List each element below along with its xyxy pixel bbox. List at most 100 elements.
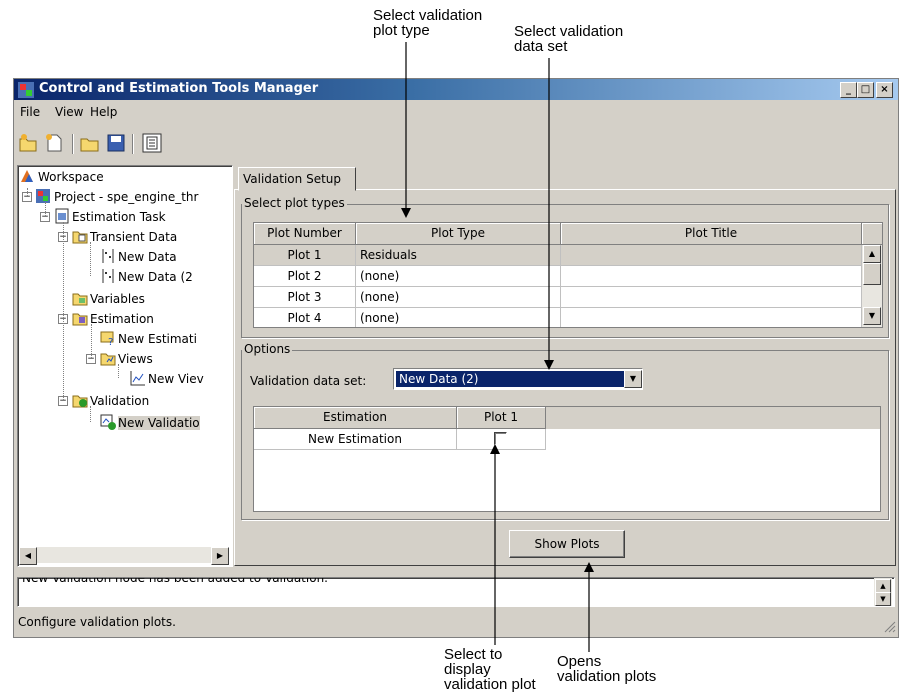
column-header-plot-type[interactable]: Plot Type: [356, 223, 561, 245]
tree-item-validation[interactable]: Validation: [90, 394, 149, 408]
message-vscrollbar[interactable]: ▲ ▼: [874, 578, 892, 606]
scroll-down-button[interactable]: ▼: [875, 592, 891, 606]
tab-content: Select plot types Plot Number Plot Type …: [234, 189, 896, 566]
annotation-line: Select to: [444, 646, 503, 663]
table-cell-plot-type[interactable]: (none): [356, 266, 561, 287]
plot-types-table[interactable]: Plot Number Plot Type Plot Title Plot 1 …: [253, 222, 883, 328]
tree-item-new-data[interactable]: New Data: [118, 250, 177, 264]
project-tree[interactable]: Workspace − Project - spe_engine_thr − E…: [17, 165, 233, 567]
toolbar-separator: [72, 134, 74, 154]
tree-item-new-view[interactable]: New Viev: [148, 372, 204, 386]
table-cell-plot-title[interactable]: [561, 308, 862, 327]
annotation-opens-plots: Opens validation plots: [557, 654, 656, 684]
tree-item-transient-data[interactable]: Transient Data: [90, 230, 177, 244]
scroll-down-button[interactable]: ▼: [863, 307, 881, 325]
scroll-up-button[interactable]: ▲: [863, 245, 881, 263]
save-icon[interactable]: [106, 133, 126, 153]
annotation-line: display: [444, 661, 491, 678]
table-cell-plot-1: [457, 429, 546, 450]
resize-grip-icon[interactable]: [882, 619, 896, 633]
new-project-icon[interactable]: [18, 133, 38, 153]
table-cell-plot-title[interactable]: [561, 245, 862, 266]
tree-item-variables[interactable]: Variables: [90, 292, 145, 306]
close-button[interactable]: ×: [876, 82, 893, 98]
annotation-line: validation plot: [444, 676, 536, 693]
table-cell-estimation: New Estimation: [254, 429, 457, 450]
table-cell-plot-number: Plot 4: [254, 308, 356, 327]
show-plots-button[interactable]: Show Plots: [509, 530, 625, 558]
validation-dataset-select[interactable]: New Data (2) ▼: [393, 368, 643, 390]
tree-item-estimation[interactable]: Estimation: [90, 312, 154, 326]
tree-hscrollbar[interactable]: ◀ ▶: [19, 547, 229, 565]
folder-data-icon: [72, 231, 88, 244]
folder-estimation-icon: [72, 313, 88, 326]
table-cell-plot-type[interactable]: (none): [356, 287, 561, 308]
annotation-line: Select validation: [373, 7, 483, 24]
menu-view[interactable]: View: [55, 105, 83, 119]
view-icon: [130, 371, 145, 386]
table-cell-plot-type[interactable]: Residuals: [356, 245, 561, 266]
estimation-table[interactable]: Estimation Plot 1 New Estimation: [253, 406, 881, 512]
scroll-thumb[interactable]: [863, 263, 881, 285]
tree-item-new-validation[interactable]: New Validatio: [118, 416, 200, 430]
annotation-line: validation plots: [557, 668, 657, 685]
tree-item-views[interactable]: Views: [118, 352, 153, 366]
folder-views-icon: [100, 353, 116, 366]
table-cell-plot-number: Plot 2: [254, 266, 356, 287]
minimize-button[interactable]: _: [840, 82, 857, 98]
data-icon: [102, 269, 114, 283]
column-header-plot-title[interactable]: Plot Title: [561, 223, 862, 245]
tree-item-project[interactable]: Project - spe_engine_thr: [54, 190, 198, 204]
status-text: Configure validation plots.: [18, 615, 176, 629]
folder-variables-icon: [72, 293, 88, 306]
tools-manager-window: Control and Estimation Tools Manager _ □…: [13, 78, 899, 638]
scroll-left-button[interactable]: ◀: [19, 547, 37, 565]
show-hide-icon[interactable]: [142, 133, 162, 153]
table-cell-plot-number: Plot 1: [254, 245, 356, 266]
new-task-icon[interactable]: [44, 133, 64, 153]
annotation-display-plot: Select to display validation plot: [444, 647, 536, 692]
annotation-line: Opens: [557, 653, 602, 670]
tree-item-new-estimation[interactable]: New Estimati: [118, 332, 197, 346]
message-area: New Validation node has been added to Va…: [17, 577, 895, 607]
menu-help[interactable]: Help: [90, 105, 117, 119]
annotation-line: data set: [514, 38, 568, 55]
tree-connector: [45, 202, 46, 216]
table-cell-plot-title[interactable]: [561, 266, 862, 287]
table-cell-plot-title[interactable]: [561, 287, 862, 308]
message-text: New Validation node has been added to Va…: [22, 577, 328, 585]
scroll-up-button[interactable]: ▲: [875, 579, 891, 593]
project-icon: [36, 189, 50, 203]
chevron-down-icon[interactable]: ▼: [624, 370, 642, 388]
menu-file[interactable]: File: [20, 105, 40, 119]
data-icon: [102, 249, 114, 263]
display-plot-checkbox[interactable]: [494, 432, 507, 445]
estimation-task-icon: [55, 208, 69, 224]
maximize-button[interactable]: □: [857, 82, 874, 98]
column-header-plot-number[interactable]: Plot Number: [254, 223, 356, 245]
tree-item-estimation-task[interactable]: Estimation Task: [72, 210, 166, 224]
tab-label: Validation Setup: [243, 172, 341, 186]
tree-item-workspace[interactable]: Workspace: [38, 170, 104, 184]
table-vscrollbar[interactable]: ▲ ▼: [862, 245, 882, 327]
tree-connector: [90, 406, 91, 422]
open-icon[interactable]: [80, 133, 100, 153]
plot-types-group-label: Select plot types: [242, 196, 347, 210]
workspace-icon: [21, 170, 33, 182]
header-corner: [862, 223, 882, 245]
tree-connector: [91, 324, 92, 358]
options-group-label: Options: [242, 342, 293, 356]
annotation-line: Select validation: [514, 23, 624, 40]
table-cell-plot-type[interactable]: (none): [356, 308, 561, 327]
validation-dataset-value: New Data (2): [396, 371, 625, 387]
tab-validation-setup[interactable]: Validation Setup: [238, 167, 356, 191]
scroll-right-button[interactable]: ▶: [211, 547, 229, 565]
tree-connector: [63, 222, 64, 400]
column-header-plot-1[interactable]: Plot 1: [457, 407, 546, 429]
window-title: Control and Estimation Tools Manager: [39, 81, 319, 96]
estimation-icon: ?: [100, 331, 114, 346]
tree-item-new-data-2[interactable]: New Data (2: [118, 270, 193, 284]
tree-connector: [90, 242, 91, 276]
column-header-estimation[interactable]: Estimation: [254, 407, 457, 429]
title-bar[interactable]: Control and Estimation Tools Manager _ □…: [14, 79, 898, 100]
